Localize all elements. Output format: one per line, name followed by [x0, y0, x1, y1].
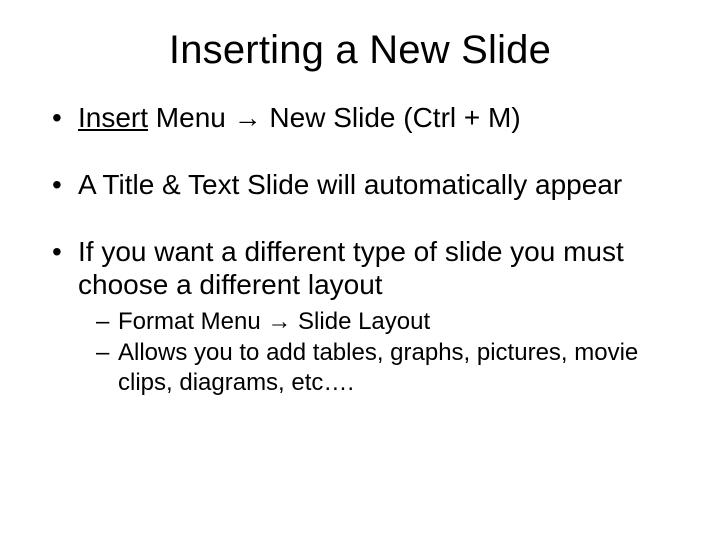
bullet-item-3: If you want a different type of slide yo… [50, 235, 670, 397]
bullet-item-1: Insert Menu → New Slide (Ctrl + M) [50, 101, 670, 134]
slide-title: Inserting a New Slide [50, 28, 670, 73]
sub-bullet-list: Format Menu → Slide Layout Allows you to… [78, 307, 670, 397]
bullet-list: Insert Menu → New Slide (Ctrl + M) A Tit… [50, 101, 670, 397]
slide-content: Inserting a New Slide Insert Menu → New … [0, 0, 720, 540]
sub-bullet-2-text: Allows you to add tables, graphs, pictur… [118, 339, 638, 395]
bullet-2-text: A Title & Text Slide will automatically … [78, 169, 622, 200]
bullet-3-text: If you want a different type of slide yo… [78, 236, 624, 300]
sub-bullet-2: Allows you to add tables, graphs, pictur… [96, 338, 670, 397]
bullet-1-underlined: Insert [78, 102, 148, 133]
bullet-1-rest: Menu → New Slide (Ctrl + M) [148, 102, 521, 133]
sub-bullet-1: Format Menu → Slide Layout [96, 307, 670, 336]
sub-bullet-1-text: Format Menu → Slide Layout [118, 308, 430, 335]
bullet-item-2: A Title & Text Slide will automatically … [50, 168, 670, 201]
